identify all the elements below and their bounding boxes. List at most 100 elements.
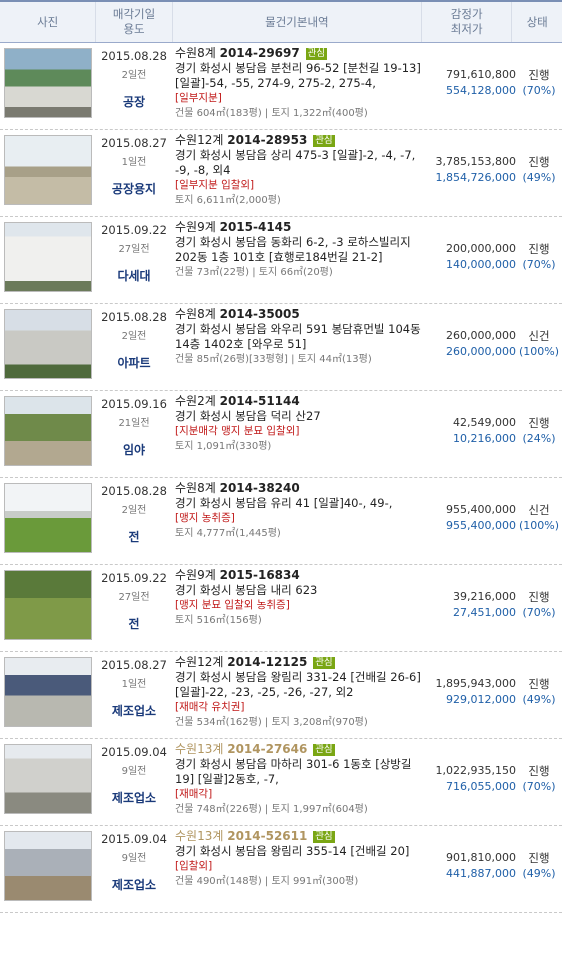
case-line[interactable]: 수원12계 2014-12125 관심 [175,655,424,670]
property-use: 제조업소 [111,878,157,892]
auction-date: 2015.08.28 [101,49,167,63]
case-line[interactable]: 수원2계 2014-51144 [175,394,424,409]
status-cell: 진행 (70%) [516,565,562,651]
property-address: 경기 화성시 봉담읍 유리 41 [일괄]40-, 49-, [175,496,393,510]
special-notes: [맹지 농취증] [175,512,235,524]
auction-date: 2015.09.16 [101,397,167,411]
price-cell: 955,400,000 955,400,000 [424,478,516,564]
court-name: 수원8계 [175,481,216,495]
auction-date: 2015.08.27 [101,658,167,672]
table-row[interactable]: 2015.08.28 2일전 아파트 수원8계 2014-35005 경기 화성… [0,304,562,391]
court-name: 수원9계 [175,568,216,582]
property-use: 임야 [122,443,146,457]
case-line[interactable]: 수원8계 2014-35005 [175,307,424,322]
header-photo: 사진 [0,2,97,42]
appraisal-price: 1,895,943,000 [435,677,516,690]
case-number[interactable]: 2015-16834 [220,568,300,582]
special-notes: [재매각 유치권] [175,701,245,713]
case-line[interactable]: 수원8계 2014-29697 관심 [175,46,424,61]
case-number[interactable]: 2014-28953 [227,133,307,147]
court-name: 수원2계 [175,394,216,408]
case-number[interactable]: 2014-29697 [220,46,300,60]
photo-cell [0,391,96,477]
table-row[interactable]: 2015.08.27 1일전 공장용지 수원12계 2014-28953 관심 … [0,130,562,217]
appraisal-price: 39,216,000 [453,590,516,603]
auction-date: 2015.08.28 [101,310,167,324]
case-number[interactable]: 2014-12125 [227,655,307,669]
property-thumbnail[interactable] [4,396,92,466]
area-info: 토지 6,611㎡(2,000평) [175,195,281,206]
interest-badge[interactable]: 관심 [313,657,335,669]
area-info: 토지 1,091㎡(330평) [175,441,272,452]
property-thumbnail[interactable] [4,744,92,814]
price-cell: 901,810,000 441,887,000 [424,826,516,912]
case-number[interactable]: 2014-35005 [220,307,300,321]
case-number[interactable]: 2014-51144 [220,394,300,408]
area-info: 토지 516㎡(156평) [175,615,262,626]
status-cell: 진행 (70%) [516,739,562,825]
date-cell: 2015.09.16 21일전 임야 [96,391,172,477]
property-use: 아파트 [117,356,151,370]
case-number[interactable]: 2015-4145 [220,220,292,234]
header-status: 상태 [526,14,548,29]
case-number[interactable]: 2014-27646 [227,742,307,756]
auction-date: 2015.08.27 [101,136,167,150]
case-line[interactable]: 수원9계 2015-16834 [175,568,424,583]
property-thumbnail[interactable] [4,483,92,553]
property-thumbnail[interactable] [4,831,92,901]
property-thumbnail[interactable] [4,657,92,727]
table-row[interactable]: 2015.09.04 9일전 제조업소 수원13계 2014-52611 관심 … [0,826,562,913]
area-info: 건물 604㎡(183평) | 토지 1,322㎡(400평) [175,108,368,119]
interest-badge[interactable]: 관심 [313,744,335,756]
case-line[interactable]: 수원9계 2015-4145 [175,220,424,235]
header-price: 감정가 최저가 [422,2,513,42]
interest-badge[interactable]: 관심 [313,135,335,147]
info-cell: 수원9계 2015-16834 경기 화성시 봉담읍 내리 623 [맹지 분묘… [172,565,424,651]
appraisal-price: 791,610,800 [446,68,516,81]
header-date: 매각기일 [112,7,156,21]
property-thumbnail[interactable] [4,135,92,205]
case-line[interactable]: 수원13계 2014-52611 관심 [175,829,424,844]
property-thumbnail[interactable] [4,570,92,640]
interest-badge[interactable]: 관심 [313,831,335,843]
header-info: 물건기본내역 [173,2,422,42]
property-thumbnail[interactable] [4,222,92,292]
case-line[interactable]: 수원8계 2014-38240 [175,481,424,496]
interest-badge[interactable]: 관심 [305,48,328,60]
table-row[interactable]: 2015.08.27 1일전 제조업소 수원12계 2014-12125 관심 … [0,652,562,739]
table-row[interactable]: 2015.09.16 21일전 임야 수원2계 2014-51144 경기 화성… [0,391,562,478]
case-number[interactable]: 2014-38240 [220,481,300,495]
court-name: 수원8계 [175,307,216,321]
case-line[interactable]: 수원13계 2014-27646 관심 [175,742,424,757]
case-line[interactable]: 수원12계 2014-28953 관심 [175,133,424,148]
status-text: 진행 [528,851,550,865]
days-left: 2일전 [121,331,147,342]
minimum-price: 716,055,000 [446,780,516,793]
table-row[interactable]: 2015.09.22 27일전 다세대 수원9계 2015-4145 경기 화성… [0,217,562,304]
photo-cell [0,304,96,390]
date-cell: 2015.09.04 9일전 제조업소 [96,826,172,912]
price-cell: 3,785,153,800 1,854,726,000 [424,130,516,216]
min-rate: (49%) [522,867,556,880]
days-left: 1일전 [121,679,147,690]
property-address: 경기 화성시 봉담읍 와우리 591 봉담휴먼빌 104동 14층 1402호 … [175,322,421,351]
table-row[interactable]: 2015.09.22 27일전 전 수원9계 2015-16834 경기 화성시… [0,565,562,652]
table-row[interactable]: 2015.08.28 2일전 전 수원8계 2014-38240 경기 화성시 … [0,478,562,565]
price-cell: 42,549,000 10,216,000 [424,391,516,477]
appraisal-price: 955,400,000 [446,503,516,516]
table-row[interactable]: 2015.08.28 2일전 공장 수원8계 2014-29697 관심 경기 … [0,43,562,130]
status-cell: 진행 (49%) [516,130,562,216]
area-info: 토지 4,777㎡(1,445평) [175,528,281,539]
property-thumbnail[interactable] [4,48,92,118]
table-row[interactable]: 2015.09.04 9일전 제조업소 수원13계 2014-27646 관심 … [0,739,562,826]
status-text: 진행 [528,68,550,82]
status-text: 진행 [528,590,550,604]
minimum-price: 10,216,000 [453,432,516,445]
auction-date: 2015.09.04 [101,832,167,846]
special-notes: [재매각] [175,788,213,800]
court-name: 수원9계 [175,220,216,234]
area-info: 건물 748㎡(226평) | 토지 1,997㎡(604평) [175,804,368,815]
property-thumbnail[interactable] [4,309,92,379]
days-left: 27일전 [118,592,150,603]
case-number[interactable]: 2014-52611 [227,829,307,843]
